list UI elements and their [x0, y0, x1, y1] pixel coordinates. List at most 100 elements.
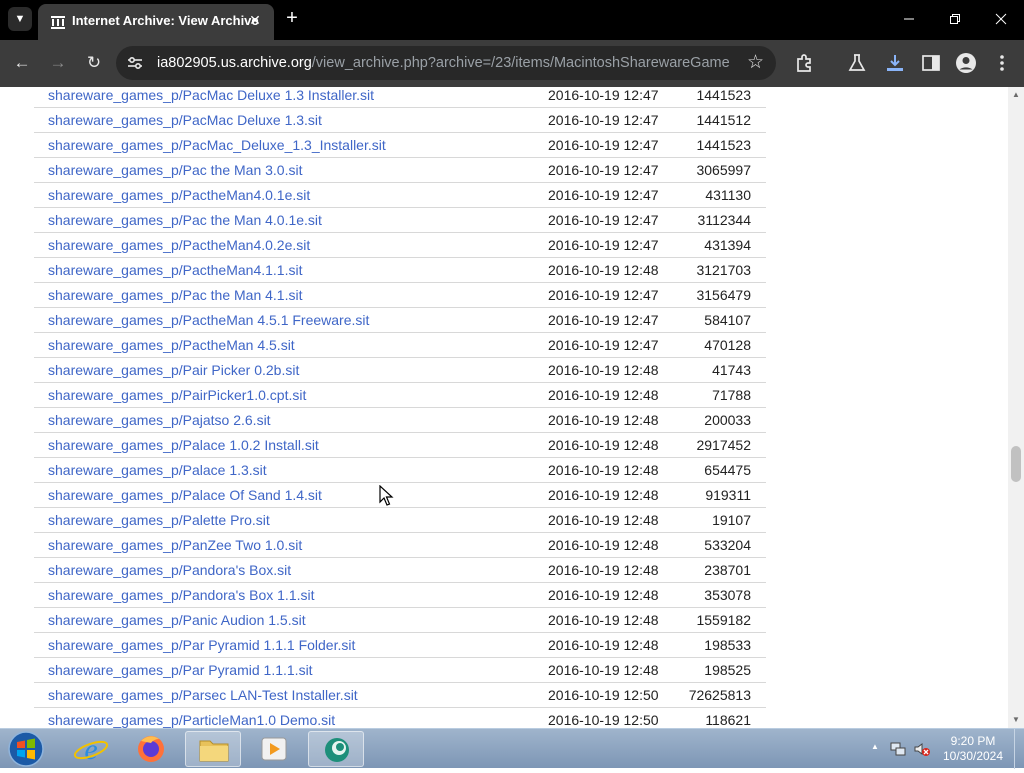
file-link[interactable]: shareware_games_p/PacMac_Deluxe_1.3_Inst…: [48, 137, 386, 153]
url-path: /view_archive.php?archive=/23/items/Maci…: [311, 55, 729, 71]
table-row: shareware_games_p/PanZee Two 1.0.sit 2016…: [34, 533, 766, 558]
file-link[interactable]: shareware_games_p/Palace 1.3.sit: [48, 462, 267, 478]
chevron-down-icon: ▼: [14, 13, 26, 25]
scroll-down-arrow-icon[interactable]: ▼: [1008, 712, 1024, 728]
table-row: shareware_games_p/Panic Audion 1.5.sit 20…: [34, 608, 766, 633]
file-link[interactable]: shareware_games_p/PacMac Deluxe 1.3.sit: [48, 112, 322, 128]
file-date: 2016-10-19 12:48: [548, 662, 659, 678]
tab-active[interactable]: Internet Archive: View Archive ✕: [38, 4, 274, 40]
minimize-button[interactable]: [886, 0, 932, 40]
menu-kebab-icon[interactable]: [991, 52, 1013, 74]
table-row: shareware_games_p/Pair Picker 0.2b.sit 20…: [34, 358, 766, 383]
table-row: shareware_games_p/PairPicker1.0.cpt.sit 2…: [34, 383, 766, 408]
table-row: shareware_games_p/Palace Of Sand 1.4.sit…: [34, 483, 766, 508]
table-row: shareware_games_p/Palace 1.3.sit 2016-10-…: [34, 458, 766, 483]
address-bar[interactable]: ia802905.us.archive.org/view_archive.php…: [116, 46, 776, 80]
file-date: 2016-10-19 12:47: [548, 287, 659, 303]
side-panel-icon[interactable]: [920, 52, 942, 74]
file-date: 2016-10-19 12:47: [548, 212, 659, 228]
bookmark-star-icon[interactable]: ☆: [747, 52, 764, 74]
file-date: 2016-10-19 12:47: [548, 87, 659, 103]
taskbar-file-explorer[interactable]: [185, 731, 241, 767]
back-button[interactable]: ←: [10, 51, 34, 75]
new-tab-button[interactable]: +: [282, 8, 302, 28]
file-link[interactable]: shareware_games_p/Palette Pro.sit: [48, 512, 270, 528]
file-size: 431130: [705, 187, 751, 203]
file-date: 2016-10-19 12:48: [548, 587, 659, 603]
system-clock[interactable]: 9:20 PM 10/30/2024: [938, 734, 1008, 764]
start-button-icon[interactable]: [6, 730, 46, 768]
file-link[interactable]: shareware_games_p/PactheMan4.0.2e.sit: [48, 237, 310, 253]
file-date: 2016-10-19 12:48: [548, 612, 659, 628]
file-date: 2016-10-19 12:48: [548, 487, 659, 503]
table-row: shareware_games_p/Pajatso 2.6.sit 2016-10…: [34, 408, 766, 433]
file-size: 118621: [705, 712, 751, 728]
close-window-button[interactable]: [978, 0, 1024, 40]
labs-flask-icon[interactable]: [846, 52, 868, 74]
url-text[interactable]: ia802905.us.archive.org/view_archive.php…: [157, 55, 729, 71]
file-link[interactable]: shareware_games_p/PairPicker1.0.cpt.sit: [48, 387, 306, 403]
forward-button[interactable]: →: [46, 51, 70, 75]
file-link[interactable]: shareware_games_p/Parsec LAN-Test Instal…: [48, 687, 358, 703]
file-size: 2917452: [696, 437, 751, 453]
file-link[interactable]: shareware_games_p/PactheMan 4.5.sit: [48, 337, 295, 353]
profile-avatar-icon[interactable]: [955, 52, 977, 74]
tray-overflow-arrow-icon[interactable]: ▲: [869, 742, 881, 754]
show-desktop-button[interactable]: [1014, 729, 1024, 769]
file-link[interactable]: shareware_games_p/Pajatso 2.6.sit: [48, 412, 271, 428]
table-row: shareware_games_p/PactheMan4.0.1e.sit 201…: [34, 183, 766, 208]
tab-close-icon[interactable]: ✕: [246, 11, 264, 29]
file-link[interactable]: shareware_games_p/ParticleMan1.0 Demo.si…: [48, 712, 335, 728]
file-link[interactable]: shareware_games_p/Palace 1.0.2 Install.s…: [48, 437, 319, 453]
tab-search-button[interactable]: ▼: [8, 7, 32, 31]
network-icon[interactable]: [889, 740, 907, 758]
file-link[interactable]: shareware_games_p/Par Pyramid 1.1.1 Fold…: [48, 637, 355, 653]
file-date: 2016-10-19 12:48: [548, 537, 659, 553]
file-size: 3121703: [696, 262, 751, 278]
page-scrollbar[interactable]: ▲ ▼: [1008, 87, 1024, 728]
reload-button[interactable]: ↻: [82, 51, 106, 75]
file-link[interactable]: shareware_games_p/Pandora's Box.sit: [48, 562, 291, 578]
file-size: 72625813: [688, 687, 751, 703]
file-date: 2016-10-19 12:47: [548, 162, 659, 178]
file-link[interactable]: shareware_games_p/Par Pyramid 1.1.1.sit: [48, 662, 313, 678]
file-size: 200033: [704, 412, 751, 428]
file-size: 1441512: [696, 112, 751, 128]
file-link[interactable]: shareware_games_p/Palace Of Sand 1.4.sit: [48, 487, 322, 503]
arrow-left-icon: ←: [13, 53, 31, 72]
table-row: shareware_games_p/PactheMan 4.5.1 Freewa…: [34, 308, 766, 333]
file-link[interactable]: shareware_games_p/Pac the Man 4.1.sit: [48, 287, 302, 303]
restore-button[interactable]: [932, 0, 978, 40]
file-link[interactable]: shareware_games_p/Pandora's Box 1.1.sit: [48, 587, 315, 603]
file-link[interactable]: shareware_games_p/Pair Picker 0.2b.sit: [48, 362, 299, 378]
file-link[interactable]: shareware_games_p/PactheMan 4.5.1 Freewa…: [48, 312, 369, 328]
table-row: shareware_games_p/Par Pyramid 1.1.1.sit 2…: [34, 658, 766, 683]
scroll-up-arrow-icon[interactable]: ▲: [1008, 87, 1024, 103]
site-settings-icon[interactable]: [126, 54, 144, 72]
file-link[interactable]: shareware_games_p/PanZee Two 1.0.sit: [48, 537, 302, 553]
file-link[interactable]: shareware_games_p/Pac the Man 3.0.sit: [48, 162, 302, 178]
file-link[interactable]: shareware_games_p/PactheMan4.1.1.sit: [48, 262, 302, 278]
clock-date: 10/30/2024: [942, 749, 1004, 763]
file-date: 2016-10-19 12:48: [548, 262, 659, 278]
file-link[interactable]: shareware_games_p/Pac the Man 4.0.1e.sit: [48, 212, 322, 228]
file-link[interactable]: shareware_games_p/Panic Audion 1.5.sit: [48, 612, 306, 628]
taskbar-media-player[interactable]: [246, 731, 302, 767]
taskbar-internet-explorer[interactable]: e: [63, 731, 119, 767]
file-size: 71788: [712, 387, 751, 403]
file-link[interactable]: shareware_games_p/PactheMan4.0.1e.sit: [48, 187, 310, 203]
file-size: 19107: [712, 512, 751, 528]
scroll-thumb[interactable]: [1011, 446, 1021, 482]
file-link[interactable]: shareware_games_p/PacMac Deluxe 1.3 Inst…: [48, 87, 374, 103]
volume-muted-icon[interactable]: [913, 740, 931, 758]
arrow-right-icon: →: [49, 53, 67, 72]
extensions-icon[interactable]: [794, 52, 816, 74]
browser-titlebar: ▼ Internet Archive: View Archive ✕ +: [0, 0, 1024, 40]
taskbar-firefox[interactable]: [123, 731, 179, 767]
download-icon[interactable]: [884, 52, 906, 74]
taskbar-remote-app[interactable]: [308, 731, 364, 767]
file-date: 2016-10-19 12:50: [548, 687, 659, 703]
minimize-icon: [904, 18, 914, 20]
table-row: shareware_games_p/Palette Pro.sit 2016-10…: [34, 508, 766, 533]
file-date: 2016-10-19 12:48: [548, 412, 659, 428]
